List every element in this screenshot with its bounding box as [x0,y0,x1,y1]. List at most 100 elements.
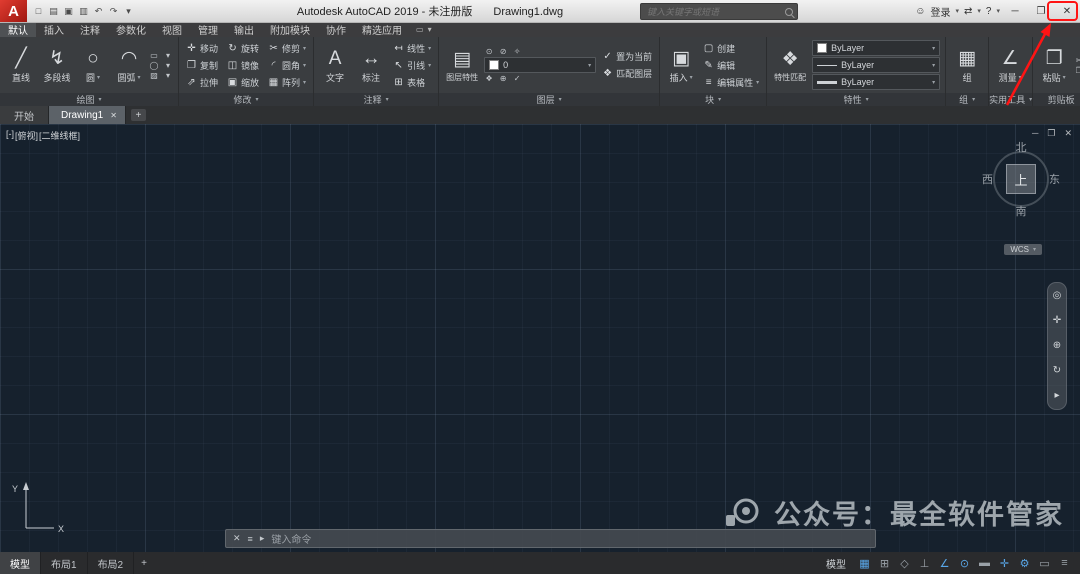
arc-tool-button[interactable]: ◠ 圆弧 ▾ [113,46,145,85]
ribbon-display-toggle-icon[interactable]: ▭ [416,25,424,34]
linear-dimension-button[interactable]: ↤ 线性 ▾ [391,40,433,56]
stretch-tool-button[interactable]: ⇗ 拉伸 [184,74,220,90]
visual-style-control[interactable]: [二维线框] [39,129,80,142]
help-chevron-icon[interactable]: ▾ [996,7,1000,15]
layout2-tab[interactable]: 布局2 [88,552,135,574]
layer-lock-icon[interactable]: ✧ [512,47,522,56]
ribbon-tab-featured-apps[interactable]: 精选应用 [354,22,410,37]
panel-label-draw[interactable]: 绘图 ▾ [0,93,178,106]
pan-icon[interactable]: ✛ [1053,316,1061,326]
lineweight-icon[interactable]: ▬ [975,552,994,574]
edit-attributes-button[interactable]: ≡ 编辑属性 ▾ [701,74,761,90]
search-icon[interactable] [785,7,793,16]
redo-icon[interactable]: ↷ [107,6,120,17]
insert-block-button[interactable]: ▣ 插入 ▾ [665,46,697,85]
orbit-icon[interactable]: ↻ [1053,366,1061,376]
ribbon-tab-annotate[interactable]: 注释 [72,22,108,37]
panel-label-block[interactable]: 块 ▾ [660,93,767,106]
qat-customize-chevron-icon[interactable]: ▾ [122,6,135,17]
viewport-restore-icon[interactable]: ❐ [1047,128,1055,139]
line-tool-button[interactable]: ╱ 直线 [5,46,37,85]
ribbon-display-chevron-icon[interactable]: ▾ [428,25,432,34]
minimize-button[interactable]: ─ [1002,0,1028,22]
match-properties-button[interactable]: ❖ 特性匹配 [772,47,808,84]
polyline-tool-button[interactable]: ↯ 多段线 [41,46,73,85]
ribbon-tab-manage[interactable]: 管理 [190,22,226,37]
match-layer-button[interactable]: ❖ 匹配图层 [600,66,654,82]
drawing-area[interactable]: [-] [俯视] [二维线框] ─ ❐ ✕ 北 南 西 东 上 WCS ▾ ◎ … [0,124,1080,552]
panel-label-properties[interactable]: 特性 ▾ [767,93,946,106]
signin-chevron-icon[interactable]: ▾ [956,7,960,15]
app-store-icon[interactable]: ⇄ [964,6,972,17]
layer-dropdown[interactable]: 0 ▾ [484,57,597,73]
panel-label-annotate[interactable]: 注释 ▾ [314,93,439,106]
recent-commands-icon[interactable]: ▸ [260,533,265,544]
save-icon[interactable]: ▣ [62,6,75,17]
object-snap-icon[interactable]: ⊙ [955,552,974,574]
ortho-mode-icon[interactable]: ⊥ [915,552,934,574]
signin-label[interactable]: 登录 [931,4,951,19]
panel-label-utilities[interactable]: 实用工具 ▾ [989,93,1033,106]
layer-current-icon[interactable]: ✓ [512,74,522,83]
layer-on-icon[interactable]: ⊙ [484,47,494,56]
object-color-dropdown[interactable]: ByLayer ▾ [812,40,941,56]
fillet-tool-button[interactable]: ◜ 圆角 ▾ [266,57,308,73]
command-customize-icon[interactable]: ≡ [248,534,253,544]
array-tool-button[interactable]: ▦ 阵列 ▾ [266,74,308,90]
paste-tool-button[interactable]: ❐ 粘贴 ▾ [1038,46,1070,85]
viewport-close-icon[interactable]: ✕ [1064,128,1072,139]
create-block-button[interactable]: ▢ 创建 [701,40,761,56]
panel-label-groups[interactable]: 组 ▾ [946,93,989,106]
start-tab[interactable]: 开始 [0,106,49,124]
app-menu-button[interactable]: A [0,0,27,22]
cut-icon[interactable]: ✂ [1074,56,1080,65]
viewcube[interactable]: 北 南 西 东 上 [982,140,1060,218]
rotate-tool-button[interactable]: ↻ 旋转 [225,40,261,56]
mirror-tool-button[interactable]: ◫ 镜像 [225,57,261,73]
snap-mode-icon[interactable]: ⊞ [875,552,894,574]
help-search-box[interactable] [640,3,798,20]
viewcube-east[interactable]: 东 [1049,171,1060,187]
new-layout-button[interactable]: + [134,552,154,574]
model-layout-tab[interactable]: 模型 [0,552,41,574]
customization-menu-icon[interactable]: ≡ [1055,552,1074,574]
open-icon[interactable]: ▤ [47,6,60,17]
lineweight-dropdown[interactable]: ByLayer ▾ [812,74,941,90]
polar-tracking-icon[interactable]: ∠ [935,552,954,574]
copy-clip-icon[interactable]: ❐ [1074,66,1080,75]
text-tool-button[interactable]: A 文字 [319,46,351,85]
zoom-icon[interactable]: ⊕ [1053,341,1061,351]
move-tool-button[interactable]: ✛ 移动 [184,40,220,56]
workspace-gear-icon[interactable]: ⚙ [1015,552,1034,574]
layer-match-icon[interactable]: ❖ [484,74,494,83]
table-tool-button[interactable]: ⊞ 表格 [391,74,433,90]
search-input[interactable] [645,5,781,18]
viewcube-west[interactable]: 西 [982,171,993,187]
model-space-toggle[interactable]: 模型 [817,552,855,574]
layer-new-icon[interactable]: ⊕ [498,74,508,83]
panel-label-modify[interactable]: 修改 ▾ [179,93,314,106]
ribbon-tab-home[interactable]: 默认 [0,22,36,37]
dynamic-input-icon[interactable]: ✛ [995,552,1014,574]
new-drawing-button[interactable]: + [130,109,146,121]
panel-label-layers[interactable]: 图层 ▾ [439,93,660,106]
command-prompt[interactable]: 键入命令 [271,531,311,546]
close-button[interactable]: ✕ [1054,0,1080,22]
print-icon[interactable]: ▥ [77,6,90,17]
grid-icon[interactable]: ▦ [855,552,874,574]
copy-tool-button[interactable]: ❐ 复制 [184,57,220,73]
rectangle-icon[interactable]: ▭ [149,51,159,60]
layer-freeze-icon[interactable]: ⊘ [498,47,508,56]
full-navigation-wheel-icon[interactable]: ◎ [1053,291,1062,301]
undo-icon[interactable]: ↶ [92,6,105,17]
clean-screen-icon[interactable]: ▭ [1035,552,1054,574]
trim-tool-button[interactable]: ✂ 修剪 ▾ [266,40,308,56]
tab-close-icon[interactable]: ✕ [110,111,117,120]
layer-properties-button[interactable]: ▤ 图层特性 [444,47,480,84]
maximize-button[interactable]: ❐ [1028,0,1054,22]
drawing1-tab[interactable]: Drawing1 ✕ [49,106,126,124]
measure-tool-button[interactable]: ∠ 测量 ▾ [994,46,1026,85]
viewcube-top-face[interactable]: 上 [1006,164,1036,194]
wcs-dropdown[interactable]: WCS ▾ [1004,244,1042,255]
account-person-icon[interactable]: ☺ [915,6,925,17]
